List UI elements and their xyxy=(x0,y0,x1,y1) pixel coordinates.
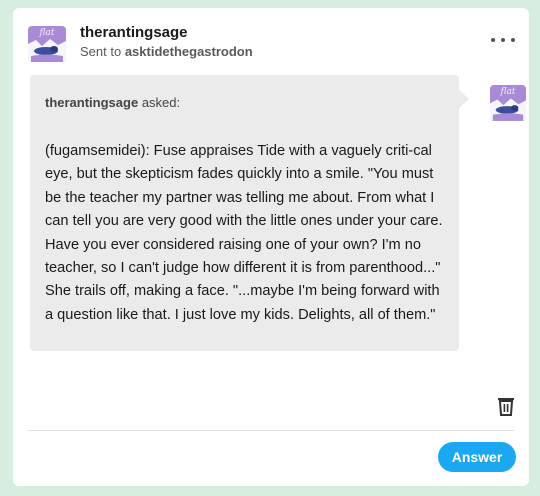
more-dots-icon[interactable] xyxy=(491,36,515,44)
author-username[interactable]: therantingsage xyxy=(80,24,188,41)
gastrodon-icon xyxy=(28,39,66,62)
divider xyxy=(28,430,514,431)
author-avatar[interactable]: flat xyxy=(28,26,66,62)
sent-to-prefix: Sent to xyxy=(80,44,122,59)
asker-username[interactable]: therantingsage xyxy=(45,95,138,110)
ask-card: flat therantingsage Sent to asktidethega… xyxy=(13,8,529,486)
sent-to-line: Sent to asktidethegastrodon xyxy=(80,44,253,59)
bubble-tail xyxy=(459,90,469,108)
question-text: (fugamsemidei): Fuse appraises Tide with… xyxy=(45,143,443,323)
asked-label: asked: xyxy=(141,95,181,110)
asker-avatar[interactable]: flat xyxy=(490,85,526,121)
gastrodon-icon xyxy=(490,98,526,121)
ask-bubble: therantingsage asked: (fugamsemidei): Fu… xyxy=(30,75,459,351)
asker-line: therantingsage asked: xyxy=(45,95,180,110)
answer-button[interactable]: Answer xyxy=(438,442,516,472)
recipient-link[interactable]: asktidethegastrodon xyxy=(125,44,253,59)
trash-icon[interactable] xyxy=(497,396,515,416)
